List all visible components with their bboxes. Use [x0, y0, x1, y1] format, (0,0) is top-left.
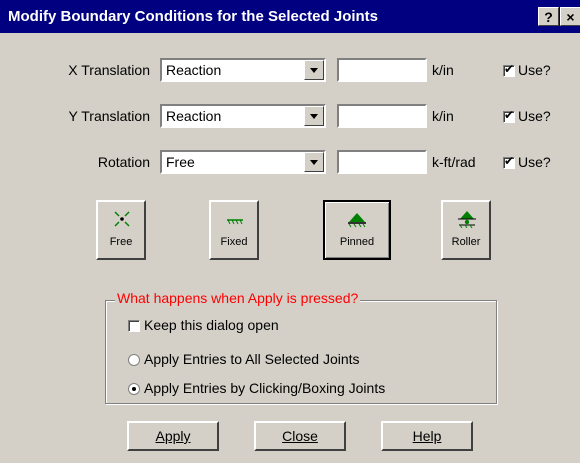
x-translation-use-checkbox[interactable]: [503, 62, 515, 77]
fixed-support-button[interactable]: Fixed: [209, 200, 259, 260]
help-title-button[interactable]: ?: [538, 7, 559, 26]
y-translation-use-label: Use?: [518, 108, 551, 124]
y-translation-use-checkbox[interactable]: [503, 108, 515, 123]
chevron-down-icon[interactable]: [304, 152, 324, 172]
chevron-down-icon[interactable]: [304, 106, 324, 126]
x-translation-type-value: Reaction: [166, 62, 222, 78]
fixed-support-label: Fixed: [220, 236, 248, 248]
pinned-support-button[interactable]: Pinned: [323, 200, 391, 260]
close-button-label: Close: [282, 428, 318, 444]
rotation-type-value: Free: [166, 154, 195, 170]
x-translation-use-label: Use?: [518, 62, 551, 78]
rotation-unit: k-ft/rad: [432, 154, 476, 170]
boundary-conditions-dialog: Modify Boundary Conditions for the Selec…: [0, 0, 580, 463]
rotation-stiffness-input[interactable]: [337, 150, 427, 174]
free-support-icon: [114, 211, 130, 227]
y-translation-unit: k/in: [432, 108, 454, 124]
free-support-label: Free: [109, 236, 133, 248]
apply-by-clicking-radio[interactable]: [128, 383, 140, 395]
help-button[interactable]: Help: [381, 421, 473, 451]
y-translation-label: Y Translation: [68, 108, 150, 124]
keep-dialog-open-label: Keep this dialog open: [144, 317, 279, 333]
roller-support-icon: [458, 211, 476, 228]
pinned-support-label: Pinned: [339, 236, 375, 248]
roller-support-button[interactable]: Roller: [441, 200, 491, 260]
rotation-use-label: Use?: [518, 154, 551, 170]
rotation-type-select[interactable]: Free: [160, 150, 326, 174]
apply-button-label: Apply: [155, 428, 191, 444]
keep-dialog-open-checkbox[interactable]: [128, 320, 140, 332]
fixed-support-icon: [227, 219, 243, 225]
y-translation-type-select[interactable]: Reaction: [160, 104, 326, 128]
apply-behavior-title: What happens when Apply is pressed?: [115, 290, 361, 306]
apply-by-clicking-label: Apply Entries by Clicking/Boxing Joints: [144, 380, 386, 396]
apply-all-selected-radio[interactable]: [128, 354, 140, 366]
x-translation-stiffness-input[interactable]: [337, 58, 427, 82]
y-translation-stiffness-input[interactable]: [337, 104, 427, 128]
free-support-button[interactable]: Free: [96, 200, 146, 260]
chevron-down-icon[interactable]: [304, 60, 324, 80]
x-translation-label: X Translation: [68, 62, 150, 78]
close-title-button[interactable]: ×: [560, 7, 580, 26]
rotation-use-checkbox[interactable]: [503, 154, 515, 169]
apply-all-selected-label: Apply Entries to All Selected Joints: [144, 351, 360, 367]
x-translation-unit: k/in: [432, 62, 454, 78]
window-title: Modify Boundary Conditions for the Selec…: [8, 8, 379, 25]
roller-support-label: Roller: [451, 236, 481, 248]
help-button-label: Help: [412, 428, 442, 444]
pinned-support-icon: [348, 213, 366, 228]
apply-button[interactable]: Apply: [127, 421, 219, 451]
close-button[interactable]: Close: [254, 421, 346, 451]
x-translation-type-select[interactable]: Reaction: [160, 58, 326, 82]
title-bar[interactable]: Modify Boundary Conditions for the Selec…: [0, 0, 580, 33]
y-translation-type-value: Reaction: [166, 108, 222, 124]
rotation-label: Rotation: [97, 154, 150, 170]
